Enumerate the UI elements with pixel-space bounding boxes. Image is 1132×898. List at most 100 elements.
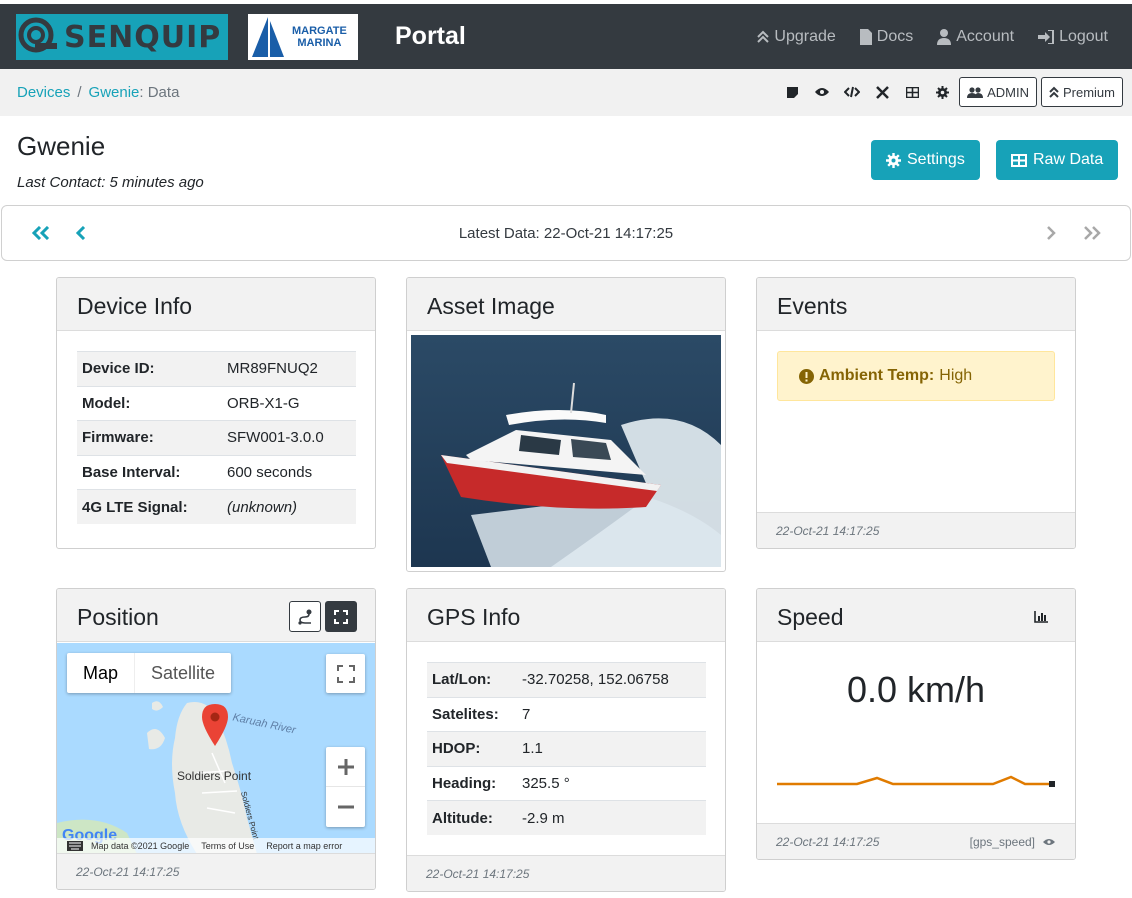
premium-button[interactable]: Premium: [1040, 77, 1123, 107]
settings-button[interactable]: Settings: [871, 140, 980, 180]
alert-label: Ambient Temp:: [819, 367, 935, 384]
model-value: ORB-X1-G: [222, 385, 356, 421]
data-navigation-bar: Latest Data: 22-Oct-21 14:17:25: [1, 205, 1131, 261]
speed-chart-button[interactable]: [1025, 601, 1057, 632]
route-button[interactable]: [289, 601, 321, 632]
breadcrumb-separator: /: [77, 84, 82, 101]
portal-title: Portal: [395, 22, 466, 50]
speed-footer-time: 22-Oct-21 14:17:25: [776, 835, 880, 849]
table-row: Lat/Lon: -32.70258, 152.06758: [427, 662, 706, 698]
events-card: Events Ambient Temp: High 22-Oct-21 14:1…: [756, 277, 1076, 549]
sail-icon: [252, 17, 284, 57]
senquip-logo-text: SENQUIP: [64, 19, 222, 55]
table-icon[interactable]: [899, 77, 925, 107]
model-key: Model:: [77, 385, 222, 421]
next-record-icon[interactable]: [1039, 221, 1063, 245]
speed-card: Speed 0.0 km/h 22-Oct-21 14:17:25 [gps_s…: [756, 588, 1076, 860]
nav-account-label: Account: [956, 28, 1015, 45]
table-row: Model: ORB-X1-G: [77, 385, 356, 421]
eye-icon[interactable]: [1043, 838, 1055, 846]
device-id-key: Device ID:: [77, 351, 222, 387]
speed-source-tag: [gps_speed]: [969, 835, 1035, 849]
terms-link[interactable]: Terms of Use: [201, 841, 254, 851]
map-type-control: Map Satellite: [67, 653, 232, 693]
zoom-in-button[interactable]: [326, 747, 365, 787]
map-data-label: Map data ©2021 Google: [91, 841, 190, 851]
gps-info-title: GPS Info: [427, 604, 521, 630]
device-info-card: Device Info Device ID: MR89FNUQ2 Model: OR…: [56, 277, 376, 549]
table-row: Device ID: MR89FNUQ2: [77, 351, 356, 387]
map-pin-icon[interactable]: [202, 704, 228, 746]
last-contact: Last Contact: 5 minutes ago: [17, 174, 204, 191]
expand-map-button[interactable]: [325, 601, 357, 632]
gps-footer-time: 22-Oct-21 14:17:25: [426, 867, 530, 881]
lte-signal-value: (unknown): [222, 489, 356, 525]
events-footer-time: 22-Oct-21 14:17:25: [776, 524, 880, 538]
nav-upgrade[interactable]: Upgrade: [757, 28, 836, 46]
breadcrumb: Devices / Gwenie: Data: [17, 84, 179, 101]
gps-info-table: Lat/Lon: -32.70258, 152.06758 Satelites: 7…: [427, 662, 706, 836]
map-attribution: Map data ©2021 Google Terms of Use Repor…: [57, 838, 375, 854]
table-row: Firmware: SFW001-3.0.0: [77, 420, 356, 456]
base-interval-value: 600 seconds: [222, 454, 356, 490]
raw-data-button[interactable]: Raw Data: [996, 140, 1119, 180]
admin-button[interactable]: ADMIN: [959, 77, 1037, 107]
tools-icon[interactable]: [869, 77, 895, 107]
table-row: Base Interval: 600 seconds: [77, 454, 356, 490]
event-alert: Ambient Temp: High: [777, 351, 1055, 401]
table-row: 4G LTE Signal: (unknown): [77, 489, 356, 525]
zoom-control: [326, 747, 365, 827]
nav-docs-label: Docs: [876, 28, 914, 45]
nav-docs[interactable]: Docs: [859, 28, 914, 46]
nav-account[interactable]: Account: [937, 28, 1014, 46]
marina-line2: MARINA: [297, 37, 342, 49]
top-navbar: SENQUIP MARGATE MARINA Portal Upgrade Do…: [0, 0, 1132, 69]
speed-value: 0.0 km/h: [846, 669, 986, 710]
settings-label: Settings: [907, 151, 965, 168]
table-row: HDOP: 1.1: [427, 731, 706, 767]
speed-sparkline: [777, 775, 1055, 787]
asset-image-card: Asset Image: [406, 277, 726, 572]
latest-data-label: Latest Data: 22-Oct-21 14:17:25: [458, 225, 674, 242]
base-interval-key: Base Interval:: [77, 454, 222, 490]
admin-label: ADMIN: [987, 84, 1029, 100]
raw-data-label: Raw Data: [1033, 151, 1104, 168]
satelites-value: 7: [517, 696, 706, 732]
premium-label: Premium: [1062, 84, 1115, 100]
map-tab[interactable]: Map: [67, 653, 134, 693]
heading-value: 325.5 °: [517, 765, 706, 801]
firmware-value: SFW001-3.0.0: [222, 420, 356, 456]
exclamation-circle-icon: [799, 368, 814, 384]
note-icon[interactable]: [779, 77, 805, 107]
eye-icon[interactable]: [809, 77, 835, 107]
route-icon: [298, 609, 312, 625]
senquip-q-icon: [18, 17, 57, 53]
position-title: Position: [77, 604, 159, 630]
senquip-logo[interactable]: SENQUIP: [16, 14, 228, 60]
gear-icon[interactable]: [929, 77, 955, 107]
zoom-out-button[interactable]: [326, 787, 365, 827]
device-id-value: MR89FNUQ2: [222, 351, 356, 387]
position-map[interactable]: Map Satellite Karuah River Soldiers Poin…: [57, 643, 375, 854]
satellite-tab[interactable]: Satellite: [134, 653, 231, 693]
map-fullscreen-button[interactable]: [326, 654, 365, 693]
events-title: Events: [777, 293, 848, 319]
altitude-value: -2.9 m: [517, 800, 706, 836]
nav-logout[interactable]: Logout: [1038, 28, 1108, 46]
table-row: Altitude: -2.9 m: [427, 800, 706, 836]
breadcrumb-bar: Devices / Gwenie: Data ADMIN Premium: [0, 69, 1132, 116]
page-title: Gwenie: [17, 131, 106, 161]
place-label: Soldiers Point: [177, 769, 252, 783]
keyboard-icon[interactable]: [67, 841, 83, 851]
breadcrumb-devices[interactable]: Devices: [17, 84, 70, 101]
report-error-link[interactable]: Report a map error: [266, 841, 342, 851]
nav-logout-label: Logout: [1059, 28, 1108, 45]
bar-chart-icon: [1034, 610, 1048, 623]
position-footer-time: 22-Oct-21 14:17:25: [76, 865, 180, 879]
last-record-icon[interactable]: [1080, 221, 1104, 245]
nav-upgrade-label: Upgrade: [774, 28, 836, 45]
breadcrumb-device[interactable]: Gwenie: [89, 84, 140, 101]
fullscreen-icon: [336, 664, 355, 683]
table-row: Heading: 325.5 °: [427, 765, 706, 801]
code-icon[interactable]: [839, 77, 865, 107]
